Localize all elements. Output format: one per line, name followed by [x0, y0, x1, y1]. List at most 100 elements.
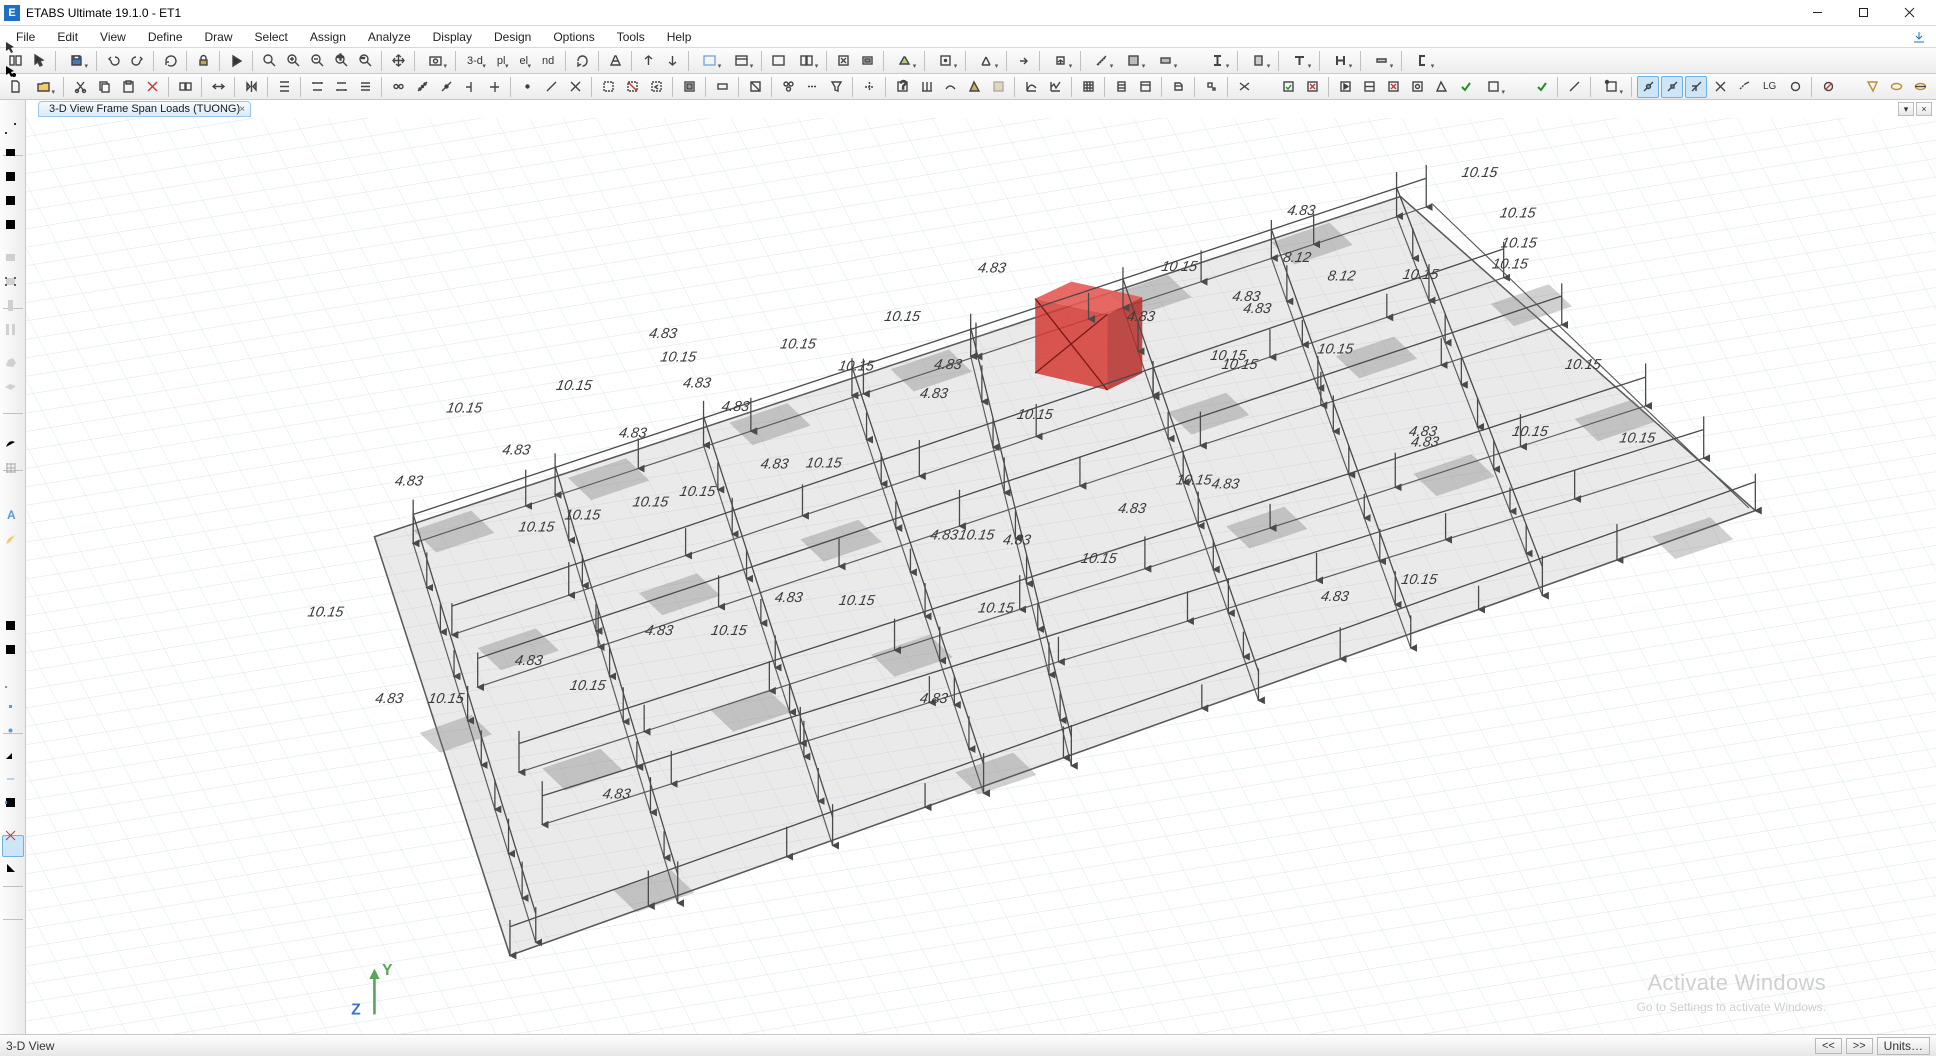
rotate-3d-icon[interactable] [571, 50, 593, 72]
arrow1-icon[interactable] [1012, 50, 1034, 72]
menu-design[interactable]: Design [484, 28, 541, 46]
snap-perp-icon[interactable] [1685, 76, 1707, 98]
move-down-icon[interactable] [661, 50, 683, 72]
one-window-icon[interactable] [767, 50, 789, 72]
menu-assign[interactable]: Assign [300, 28, 356, 46]
story-resp-icon[interactable] [1110, 76, 1132, 98]
perspective-icon[interactable] [604, 50, 626, 72]
snap-none-icon[interactable] [1817, 76, 1839, 98]
extrude-icon[interactable] [889, 50, 919, 72]
shrink-icon[interactable] [832, 50, 854, 72]
select-all-icon[interactable] [597, 76, 619, 98]
undef-sel-icon[interactable] [858, 76, 880, 98]
download-icon[interactable] [1908, 28, 1930, 46]
local-axes-icon[interactable] [971, 50, 1001, 72]
check-model-a-icon[interactable] [1277, 76, 1299, 98]
assign-load3-icon[interactable] [1909, 76, 1931, 98]
assign-load2-icon[interactable] [1885, 76, 1907, 98]
menu-select[interactable]: Select [245, 28, 298, 46]
inv-sel-icon[interactable] [678, 76, 700, 98]
rubber-zoom-icon[interactable] [258, 50, 280, 72]
show-deform-icon[interactable] [939, 76, 961, 98]
view-tab-active[interactable]: 3-D View Frame Span Loads (TUONG) [38, 101, 251, 117]
screenshot-icon[interactable] [420, 50, 450, 72]
object-display-icon[interactable] [694, 50, 724, 72]
show-undef-icon[interactable]: ? [891, 76, 913, 98]
slab-icon[interactable] [1150, 50, 1180, 72]
show-energy-icon[interactable] [987, 76, 1009, 98]
resp-plot-icon[interactable] [1044, 76, 1066, 98]
refresh-icon[interactable] [159, 50, 181, 72]
sel-line-icon[interactable] [801, 76, 823, 98]
sel-filter-icon[interactable] [825, 76, 847, 98]
deck-section-icon[interactable] [1366, 50, 1396, 72]
show-tables-icon[interactable] [1077, 76, 1099, 98]
snap-int-icon[interactable] [1709, 76, 1731, 98]
dim-top-icon[interactable] [306, 76, 328, 98]
undo-button[interactable] [102, 50, 124, 72]
align-icon[interactable] [273, 76, 295, 98]
zoom-in-icon[interactable]: + [330, 50, 352, 72]
mirror-icon[interactable] [240, 76, 262, 98]
join-frame-icon[interactable] [435, 76, 457, 98]
sel-group-icon[interactable] [777, 76, 799, 98]
i-section-icon[interactable] [1202, 50, 1232, 72]
lock-icon[interactable] [192, 50, 214, 72]
show-forces-icon[interactable] [963, 76, 985, 98]
status-units-button[interactable]: Units… [1877, 1037, 1930, 1055]
rect-section-icon[interactable] [1243, 50, 1273, 72]
restore-view-icon[interactable] [282, 50, 304, 72]
move-icon[interactable] [207, 76, 229, 98]
snap-end-icon[interactable] [1596, 76, 1626, 98]
run-design-icon[interactable] [1334, 76, 1356, 98]
trim-icon[interactable] [459, 76, 481, 98]
show-loads-icon[interactable] [915, 76, 937, 98]
divide-frame-icon[interactable] [411, 76, 433, 98]
resp-spect-icon[interactable] [1020, 76, 1042, 98]
point-icon[interactable] [516, 76, 538, 98]
snap-lg-icon[interactable]: LG [1757, 76, 1782, 98]
cut-icon[interactable] [69, 76, 91, 98]
prev-sel-icon[interactable] [645, 76, 667, 98]
draw-edit-icon[interactable] [2, 596, 24, 618]
design-opt-icon[interactable] [1406, 76, 1428, 98]
view-close-button[interactable]: × [1916, 102, 1932, 116]
menu-analyze[interactable]: Analyze [358, 28, 421, 46]
replicate-icon[interactable] [174, 76, 196, 98]
multi-window-icon[interactable] [791, 50, 821, 72]
tab-close-icon[interactable]: × [235, 103, 249, 117]
status-next-button[interactable]: >> [1846, 1038, 1873, 1054]
view-plan-button[interactable]: pl [491, 50, 512, 72]
minimize-button[interactable] [1794, 0, 1840, 26]
menu-options[interactable]: Options [543, 28, 604, 46]
run-analysis-button[interactable] [225, 50, 247, 72]
snap-joint-icon[interactable] [1637, 76, 1659, 98]
close-button[interactable] [1886, 0, 1932, 26]
set-view-options-icon[interactable] [726, 50, 756, 72]
drawing-canvas[interactable]: Y Z 10.154.8310.1510.1510.154.8310.158.1… [26, 118, 1936, 1034]
h-section-icon[interactable] [1325, 50, 1355, 72]
dim-mid-icon[interactable] [354, 76, 376, 98]
line-icon[interactable] [540, 76, 562, 98]
menu-view[interactable]: View [90, 28, 136, 46]
dim-bot-icon[interactable] [330, 76, 352, 98]
snap-line-icon[interactable] [1563, 76, 1585, 98]
replace-dd-icon[interactable] [1167, 76, 1189, 98]
save-button[interactable] [61, 50, 91, 72]
pan-icon[interactable] [387, 50, 409, 72]
shrink-opt-icon[interactable] [856, 50, 878, 72]
wall-icon[interactable] [1118, 50, 1148, 72]
deselect-icon[interactable] [621, 76, 643, 98]
ortho-icon[interactable] [2, 925, 24, 947]
design-dd-icon[interactable] [1478, 76, 1508, 98]
joint-icon[interactable] [930, 50, 960, 72]
redo-button[interactable] [126, 50, 148, 72]
move-up-icon[interactable] [637, 50, 659, 72]
menu-draw[interactable]: Draw [195, 28, 243, 46]
section-cut-icon[interactable] [1233, 76, 1255, 98]
check-model-b-icon[interactable] [1301, 76, 1323, 98]
channel-section-icon[interactable] [1407, 50, 1437, 72]
pointer-icon[interactable] [28, 50, 50, 72]
menu-display[interactable]: Display [423, 28, 482, 46]
design-int-icon[interactable] [1430, 76, 1452, 98]
